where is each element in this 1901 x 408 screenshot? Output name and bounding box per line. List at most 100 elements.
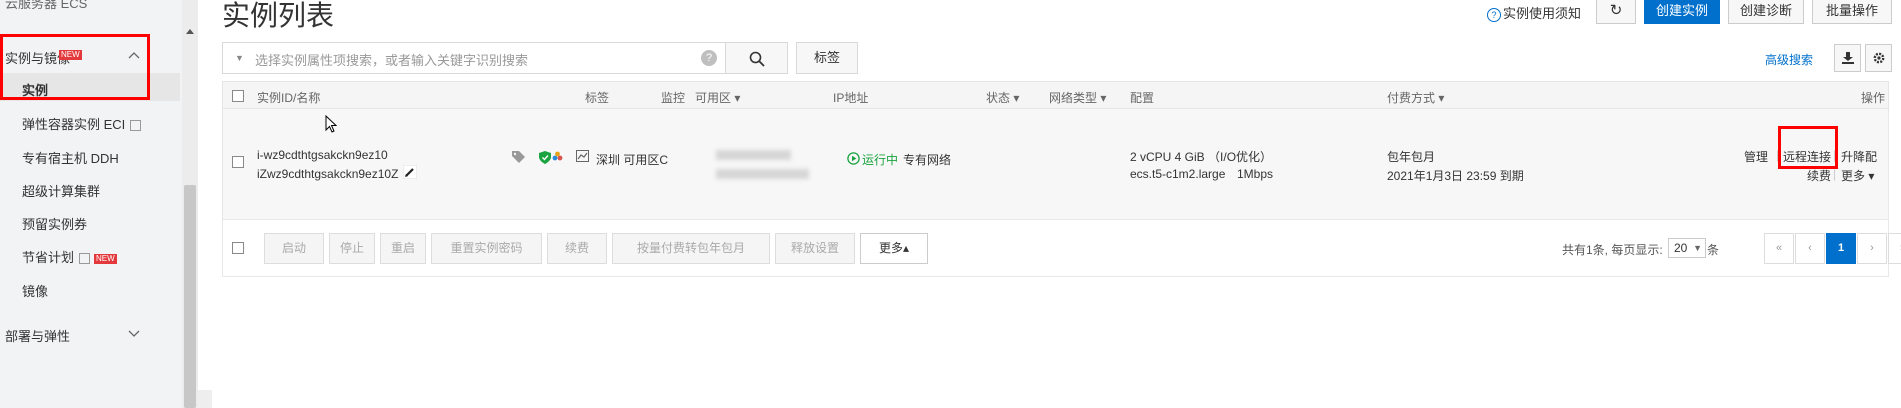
refresh-button[interactable]: ↻	[1596, 0, 1636, 24]
download-icon	[1842, 52, 1854, 64]
release-settings-button[interactable]: 释放设置	[775, 233, 855, 264]
sort-down-icon: ▾	[1100, 91, 1107, 105]
export-button[interactable]	[1834, 44, 1861, 72]
question-icon: ?	[1487, 7, 1501, 22]
column-header-id: 实例ID/名称	[257, 91, 321, 105]
sidebar-item-label: 节省计划	[22, 250, 75, 265]
tag-icon[interactable]	[512, 151, 525, 163]
sidebar: 云服务器 ECS 实例与镜像 NEW 实例 弹性容器实例 ECI 专有宿主机 D…	[0, 0, 183, 408]
search-placeholder: 选择实例属性项搜索，或者输入关键字识别搜索	[255, 53, 529, 68]
monitor-chart-icon[interactable]	[576, 150, 589, 162]
reset-password-button[interactable]: 重置实例密码	[431, 233, 542, 264]
sidebar-item-eci[interactable]: 弹性容器实例 ECI	[22, 114, 142, 133]
advanced-search-link[interactable]: 高级搜索	[1765, 51, 1813, 68]
action-divider: |	[1833, 167, 1837, 181]
expire-time: 2021年1月3日 23:59 到期	[1387, 169, 1524, 183]
more-actions-label: 更多	[1841, 169, 1866, 183]
external-link-icon	[79, 253, 91, 265]
page-size-value: 20	[1674, 241, 1688, 255]
sidebar-item-images[interactable]: 镜像	[22, 281, 48, 300]
sidebar-item-reserved[interactable]: 预留实例券	[22, 214, 87, 233]
settings-button[interactable]	[1865, 44, 1892, 72]
column-header-billing[interactable]: 付费方式 ▾	[1387, 89, 1444, 106]
column-header-config: 配置	[1130, 91, 1155, 105]
column-header-ip: IP地址	[833, 91, 869, 105]
colorful-flower-icon[interactable]	[552, 151, 563, 162]
external-link-icon	[130, 120, 142, 132]
sidebar-product-title: 云服务器 ECS	[5, 0, 88, 11]
column-header-zone-label: 可用区	[695, 91, 732, 105]
search-button[interactable]	[726, 42, 788, 74]
column-header-status[interactable]: 状态 ▾	[986, 89, 1019, 106]
first-page-button[interactable]: «	[1764, 233, 1794, 264]
help-link-label: 实例使用须知	[1503, 6, 1582, 21]
chevron-down-icon: ▼	[1693, 243, 1702, 253]
instance-id-link[interactable]: i-wz9cdthtgsakckn9ez10	[257, 148, 388, 162]
sidebar-scrollbar[interactable]	[182, 0, 198, 408]
instance-type-link[interactable]: ecs.t5-c1m2.large	[1130, 167, 1225, 181]
page-size-select[interactable]: 20 ▼	[1668, 238, 1706, 258]
select-all-checkbox[interactable]	[232, 90, 244, 102]
sidebar-item-savings[interactable]: 节省计划 NEW	[22, 247, 117, 266]
edit-pencil-icon[interactable]	[403, 165, 417, 179]
column-header-monitor: 监控	[661, 91, 686, 105]
next-page-button[interactable]: ›	[1857, 233, 1887, 264]
renew-link[interactable]: 续费	[1807, 167, 1831, 184]
sidebar-item-scc[interactable]: 超级计算集群	[22, 181, 100, 200]
column-header-status-label: 状态	[986, 91, 1011, 105]
panel-corner	[198, 390, 212, 408]
sidebar-section-deploy[interactable]: 部署与弹性	[0, 322, 180, 344]
batch-operations-button[interactable]: 批量操作	[1812, 0, 1892, 24]
last-page-button[interactable]: »	[1888, 233, 1901, 264]
scrollbar-thumb[interactable]	[184, 185, 196, 408]
restart-button[interactable]: 重启	[380, 233, 426, 264]
instance-name: iZwz9cdthtgsakckn9ez10Z	[257, 167, 399, 181]
table-footer: 启动 停止 重启 重置实例密码 续费 按量付费转包年包月 释放设置 更多▴ 共有…	[222, 220, 1901, 277]
gear-icon	[1873, 52, 1885, 64]
tag-filter-button[interactable]: 标签	[796, 42, 858, 74]
security-shield-icon[interactable]	[539, 151, 551, 164]
running-status-icon	[847, 152, 860, 165]
sort-down-icon: ▾	[1013, 91, 1020, 105]
upgrade-downgrade-link[interactable]: 升降配	[1841, 148, 1877, 165]
manage-link[interactable]: 管理	[1744, 148, 1768, 165]
create-diagnosis-button[interactable]: 创建诊断	[1728, 0, 1804, 24]
billing-type: 包年包月	[1387, 150, 1436, 164]
highlight-box	[1778, 126, 1838, 169]
page-1-button[interactable]: 1	[1826, 233, 1856, 264]
search-icon	[749, 51, 765, 67]
help-icon[interactable]: ?	[701, 50, 717, 66]
caret-down-icon: ▾	[1865, 169, 1875, 183]
column-header-tags: 标签	[585, 91, 610, 105]
help-link[interactable]: ? 实例使用须知	[1487, 3, 1581, 22]
more-button[interactable]: 更多▴	[860, 233, 928, 264]
start-button[interactable]: 启动	[264, 233, 324, 264]
sort-down-icon: ▾	[734, 91, 741, 105]
more-actions-link[interactable]: 更多 ▾	[1841, 167, 1874, 184]
column-header-actions: 操作	[1861, 91, 1886, 105]
page-size-unit: 条	[1707, 243, 1720, 257]
sort-down-icon: ▾	[1438, 91, 1445, 105]
chevron-down-icon	[128, 330, 140, 337]
convert-to-subscription-button[interactable]: 按量付费转包年包月	[612, 233, 770, 264]
create-instance-button[interactable]: 创建实例	[1644, 0, 1720, 24]
ip-address-redacted	[716, 169, 809, 179]
column-header-zone[interactable]: 可用区 ▾	[695, 89, 740, 106]
renew-button[interactable]: 续费	[547, 233, 607, 264]
caret-down-icon[interactable]: ▼	[235, 53, 244, 63]
column-header-billing-label: 付费方式	[1387, 91, 1436, 105]
mouse-cursor-icon	[325, 115, 337, 133]
prev-page-button[interactable]: ‹	[1795, 233, 1825, 264]
row-checkbox[interactable]	[232, 156, 244, 168]
sidebar-section-label: 部署与弹性	[5, 329, 71, 344]
column-header-network[interactable]: 网络类型 ▾	[1049, 89, 1106, 106]
scroll-up-arrow-icon[interactable]	[186, 28, 194, 34]
sidebar-item-label: 弹性容器实例 ECI	[22, 117, 126, 132]
column-header-network-label: 网络类型	[1049, 91, 1098, 105]
sidebar-item-ddh[interactable]: 专有宿主机 DDH	[22, 148, 119, 167]
config-spec: 2 vCPU 4 GiB （I/O优化）	[1130, 150, 1273, 164]
highlight-box	[0, 34, 150, 100]
search-input[interactable]: ▼ 选择实例属性项搜索，或者输入关键字识别搜索 ?	[222, 42, 726, 74]
stop-button[interactable]: 停止	[329, 233, 375, 264]
footer-select-all-checkbox[interactable]	[232, 242, 244, 254]
